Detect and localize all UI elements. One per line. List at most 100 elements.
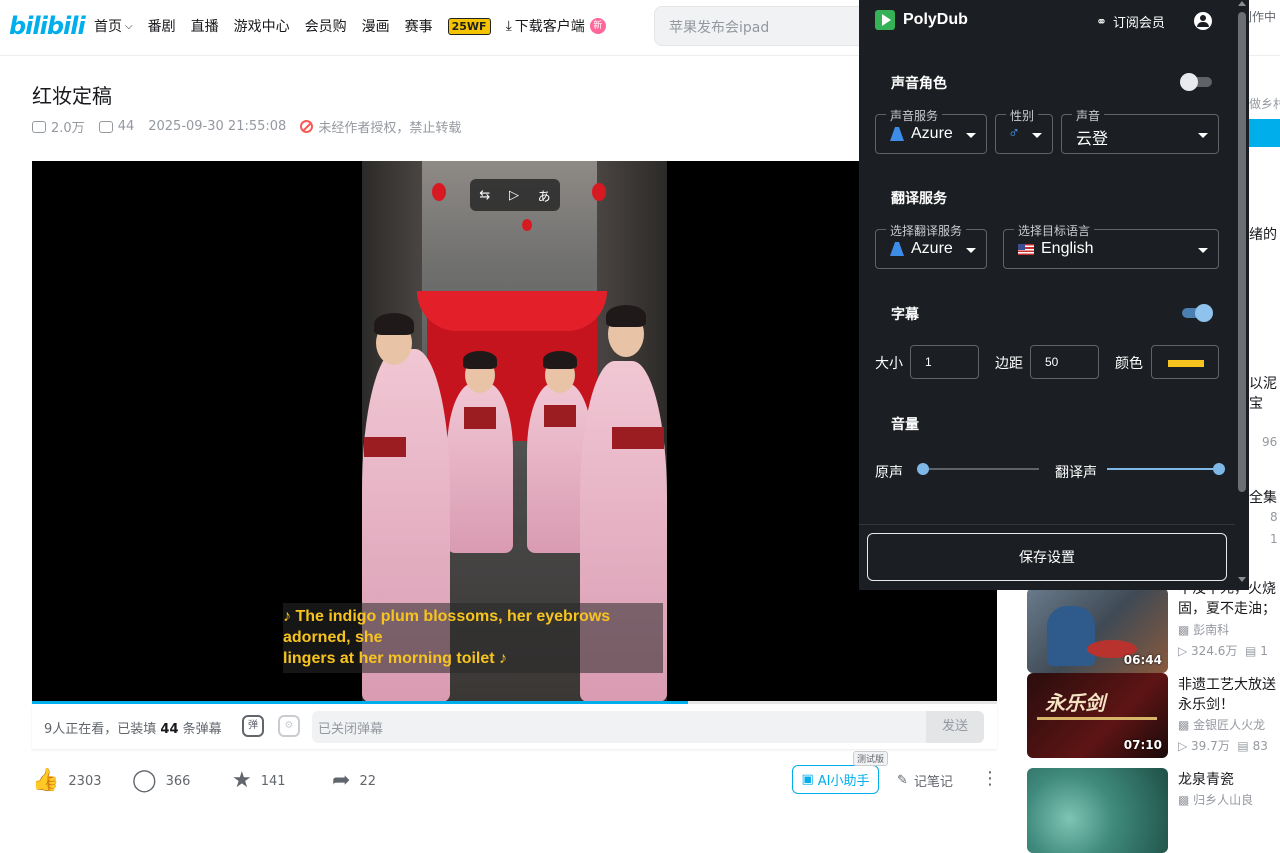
video-thumbnail[interactable]: 06:44 — [1027, 588, 1168, 673]
rec-video-title[interactable]: 固，夏不走油； — [1178, 598, 1280, 618]
dub-volume-slider[interactable] — [1107, 463, 1225, 475]
translate-service-label: 选择翻译服务 — [886, 222, 967, 239]
original-volume-label: 原声 — [875, 464, 903, 480]
scroll-up-icon[interactable] — [1238, 1, 1246, 6]
ai-assistant-button[interactable]: ▣ AI小助手 — [792, 765, 879, 794]
sidebar-peek-text: 全集 — [1249, 490, 1277, 506]
subscribe-button[interactable]: ⚭ 订阅会员 — [1096, 12, 1165, 31]
danmaku-input[interactable]: 已关闭弹幕 发送 — [312, 711, 984, 743]
gender-select[interactable]: 性别 ♂ — [995, 107, 1053, 154]
danmaku-icon — [98, 120, 113, 133]
video-meta: 2.0万 44 2025-09-30 21:55:08 未经作者授权，禁止转载 — [32, 117, 461, 136]
coin-button[interactable]: ◯ 366 — [132, 770, 232, 792]
danmaku-settings-icon[interactable]: ⚙ — [278, 715, 300, 737]
danmaku-toggle-icon[interactable]: 弹 — [242, 715, 264, 737]
red-drape — [417, 291, 607, 331]
video-duration: 07:10 — [1123, 738, 1162, 752]
account-icon[interactable] — [1194, 12, 1212, 30]
star-icon: ★ — [232, 768, 252, 793]
rec-video-stats: ▷ 39.7万 ▤ 83 — [1178, 737, 1280, 754]
nav-live[interactable]: 直播 — [191, 16, 219, 36]
subtitle-section-title: 字幕 — [891, 306, 919, 322]
color-label: 颜色 — [1115, 355, 1143, 371]
translate-icon[interactable]: あ — [538, 186, 551, 205]
rec-video-up[interactable]: ▩ 金银匠人火龙 — [1178, 716, 1280, 733]
panel-scrollbar[interactable] — [1235, 0, 1249, 590]
gift-box — [612, 427, 664, 449]
swap-icon[interactable]: ⇆ — [479, 188, 490, 203]
margin-input[interactable]: 50 — [1030, 345, 1099, 379]
chevron-down-icon: ⌵ — [125, 20, 133, 32]
voice-select[interactable]: 声音 云登 — [1061, 107, 1219, 154]
volume-section-title: 音量 — [891, 416, 919, 432]
save-settings-button[interactable]: 保存设置 — [867, 533, 1227, 581]
like-button[interactable]: 👍 2303 — [32, 770, 132, 792]
search-input[interactable]: 苹果发布会ipad — [654, 6, 874, 46]
play-icon: ▷ — [1178, 739, 1192, 753]
badge-icon: ⚭ — [1096, 13, 1107, 29]
thumbnail-sword — [1037, 717, 1157, 720]
voice-toggle[interactable] — [1180, 73, 1212, 91]
thumbnail-figure — [1047, 606, 1095, 666]
margin-label: 边距 — [995, 355, 1023, 371]
toggle-knob — [1195, 304, 1213, 322]
play-icon: ▷ — [1178, 644, 1192, 658]
main-nav: 首页 ⌵ 番剧 直播 游戏中心 会员购 漫画 赛事 25WF ⤓ 下载客户端 新 — [94, 16, 621, 36]
share-count: 22 — [359, 773, 376, 789]
video-title: 红妆定稿 — [32, 84, 112, 108]
bilibili-logo[interactable]: bilibili — [9, 12, 86, 40]
copyright-text: 未经作者授权，禁止转载 — [318, 121, 462, 136]
up-name: 归乡人山良 — [1193, 793, 1254, 807]
azure-icon — [890, 127, 904, 141]
scroll-down-icon[interactable] — [1238, 577, 1246, 582]
sidebar-peek-text: 绪的 — [1249, 227, 1277, 243]
target-language-select[interactable]: 选择目标语言 English — [1003, 222, 1219, 269]
nav-esports[interactable]: 赛事 — [405, 16, 433, 36]
nav-manga[interactable]: 漫画 — [362, 16, 390, 36]
woman-hair — [543, 351, 577, 369]
sidebar-peek-text: 8 — [1270, 510, 1278, 524]
slider-handle[interactable] — [917, 463, 929, 475]
nav-home-label: 首页 — [94, 19, 122, 35]
play-count-icon — [32, 120, 46, 133]
size-input[interactable]: 1 — [910, 345, 979, 379]
coin-icon: ◯ — [132, 768, 157, 793]
rec-video-up[interactable]: ▩ 彭南科 — [1178, 621, 1280, 638]
copyright-notice: 未经作者授权，禁止转载 — [300, 117, 461, 136]
video-thumbnail[interactable]: 永乐剑 07:10 — [1027, 673, 1168, 758]
nav-member-shop[interactable]: 会员购 — [305, 16, 347, 36]
nav-bangumi[interactable]: 番剧 — [148, 16, 176, 36]
subtitle-color-picker[interactable] — [1151, 345, 1219, 379]
rec-danmaku: 83 — [1252, 739, 1268, 753]
nav-download-client[interactable]: ⤓ 下载客户端 新 — [506, 16, 606, 36]
polydub-title: PolyDub — [903, 11, 968, 28]
nav-game-center[interactable]: 游戏中心 — [234, 16, 290, 36]
slider-handle[interactable] — [1213, 463, 1225, 475]
watching-count: 44 — [160, 722, 179, 737]
rec-video-title[interactable]: 永乐剑！ — [1178, 694, 1280, 714]
rec-video-title[interactable]: 非遗工艺大放送 — [1178, 674, 1280, 694]
scrollbar-thumb[interactable] — [1238, 12, 1246, 492]
nav-home[interactable]: 首页 ⌵ — [94, 16, 133, 36]
nav-25wf[interactable]: 25WF — [447, 16, 491, 36]
voice-service-select[interactable]: 声音服务 Azure — [875, 107, 987, 154]
rec-video-title[interactable]: 龙泉青瓷 — [1178, 769, 1280, 789]
video-play-icon[interactable]: ▷ — [509, 188, 519, 203]
favorite-button[interactable]: ★ 141 — [232, 770, 332, 792]
share-button[interactable]: ➦ 22 — [332, 770, 432, 792]
subscribe-label: 订阅会员 — [1112, 15, 1165, 30]
more-options-icon[interactable]: ⋮ — [981, 768, 999, 789]
dub-subtitle: ♪ The indigo plum blossoms, her eyebrows… — [283, 603, 663, 673]
video-player[interactable]: ⇆ ▷ あ ♪ The indigo plum blossoms, her ey… — [32, 161, 997, 702]
notes-label: 记笔记 — [913, 775, 953, 790]
video-thumbnail[interactable] — [1027, 768, 1168, 853]
subtitle-toggle[interactable] — [1182, 304, 1213, 322]
notes-button[interactable]: ✎ 记笔记 — [897, 771, 953, 790]
voice-section-title: 声音角色 — [891, 75, 947, 91]
send-button[interactable]: 发送 — [926, 711, 984, 743]
size-label: 大小 — [875, 355, 903, 371]
original-volume-slider[interactable] — [917, 463, 1039, 475]
video-progress-bar[interactable] — [32, 701, 997, 704]
translate-service-select[interactable]: 选择翻译服务 Azure — [875, 222, 987, 269]
robot-icon: ▣ — [801, 772, 814, 787]
